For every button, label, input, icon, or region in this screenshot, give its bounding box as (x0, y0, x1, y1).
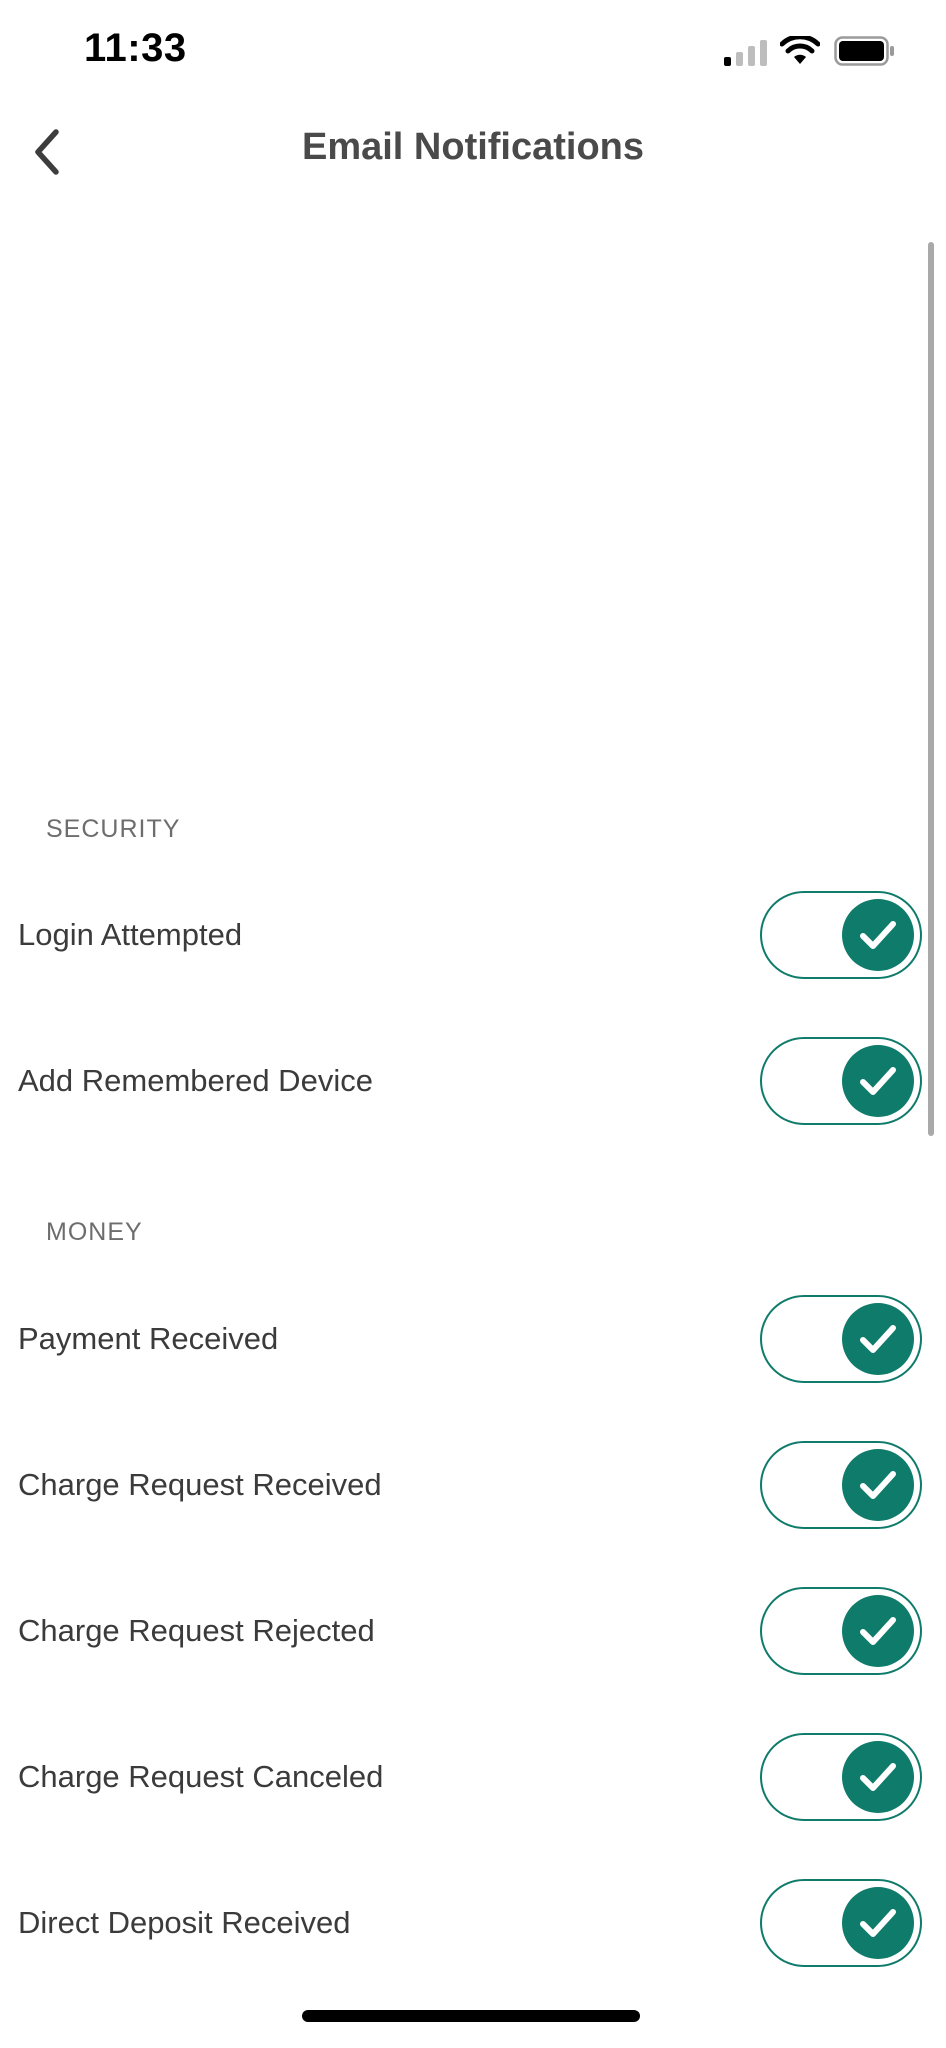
setting-label: Payment Received (18, 1321, 279, 1356)
setting-label: Direct Deposit Received (18, 1905, 351, 1940)
setting-row-add-remembered-device: Add Remembered Device (0, 1008, 946, 1154)
checkmark-icon (860, 921, 896, 949)
status-time: 11:33 (84, 26, 187, 70)
signal-icon (724, 40, 767, 66)
setting-label: Add Remembered Device (18, 1063, 373, 1098)
charge-request-canceled-toggle[interactable] (760, 1733, 922, 1821)
checkmark-icon (860, 1763, 896, 1791)
status-bar: 11:33 (0, 0, 946, 100)
home-indicator[interactable] (302, 2010, 640, 2022)
add-remembered-device-toggle[interactable] (760, 1037, 922, 1125)
section-header-money: MONEY (46, 1218, 143, 1246)
setting-row-charge-request-canceled: Charge Request Canceled (0, 1704, 946, 1850)
setting-row-login-attempted: Login Attempted (0, 862, 946, 1008)
setting-label: Charge Request Received (18, 1467, 382, 1502)
toggle-knob (842, 899, 914, 971)
toggle-knob (842, 1595, 914, 1667)
setting-row-direct-deposit-received: Direct Deposit Received (0, 1850, 946, 1996)
battery-icon (834, 36, 894, 66)
checkmark-icon (860, 1325, 896, 1353)
page-title: Email Notifications (301, 126, 645, 168)
screen: 11:33 Email Notifications SECURITY Login… (0, 0, 946, 2048)
toggle-knob (842, 1303, 914, 1375)
setting-row-charge-request-received: Charge Request Received (0, 1412, 946, 1558)
setting-row-payment-received: Payment Received (0, 1266, 946, 1412)
setting-label: Login Attempted (18, 917, 243, 952)
toggle-knob (842, 1741, 914, 1813)
charge-request-received-toggle[interactable] (760, 1441, 922, 1529)
wifi-icon (780, 36, 820, 64)
direct-deposit-received-toggle[interactable] (760, 1879, 922, 1967)
login-attempted-toggle[interactable] (760, 891, 922, 979)
checkmark-icon (860, 1471, 896, 1499)
toggle-knob (842, 1449, 914, 1521)
payment-received-toggle[interactable] (760, 1295, 922, 1383)
nav-bar: Email Notifications (0, 100, 946, 204)
section-header-security: SECURITY (46, 815, 181, 843)
setting-row-charge-request-rejected: Charge Request Rejected (0, 1558, 946, 1704)
toggle-knob (842, 1045, 914, 1117)
checkmark-icon (860, 1067, 896, 1095)
toggle-knob (842, 1887, 914, 1959)
checkmark-icon (860, 1909, 896, 1937)
checkmark-icon (860, 1617, 896, 1645)
setting-label: Charge Request Rejected (18, 1613, 375, 1648)
setting-label: Charge Request Canceled (18, 1759, 384, 1794)
charge-request-rejected-toggle[interactable] (760, 1587, 922, 1675)
